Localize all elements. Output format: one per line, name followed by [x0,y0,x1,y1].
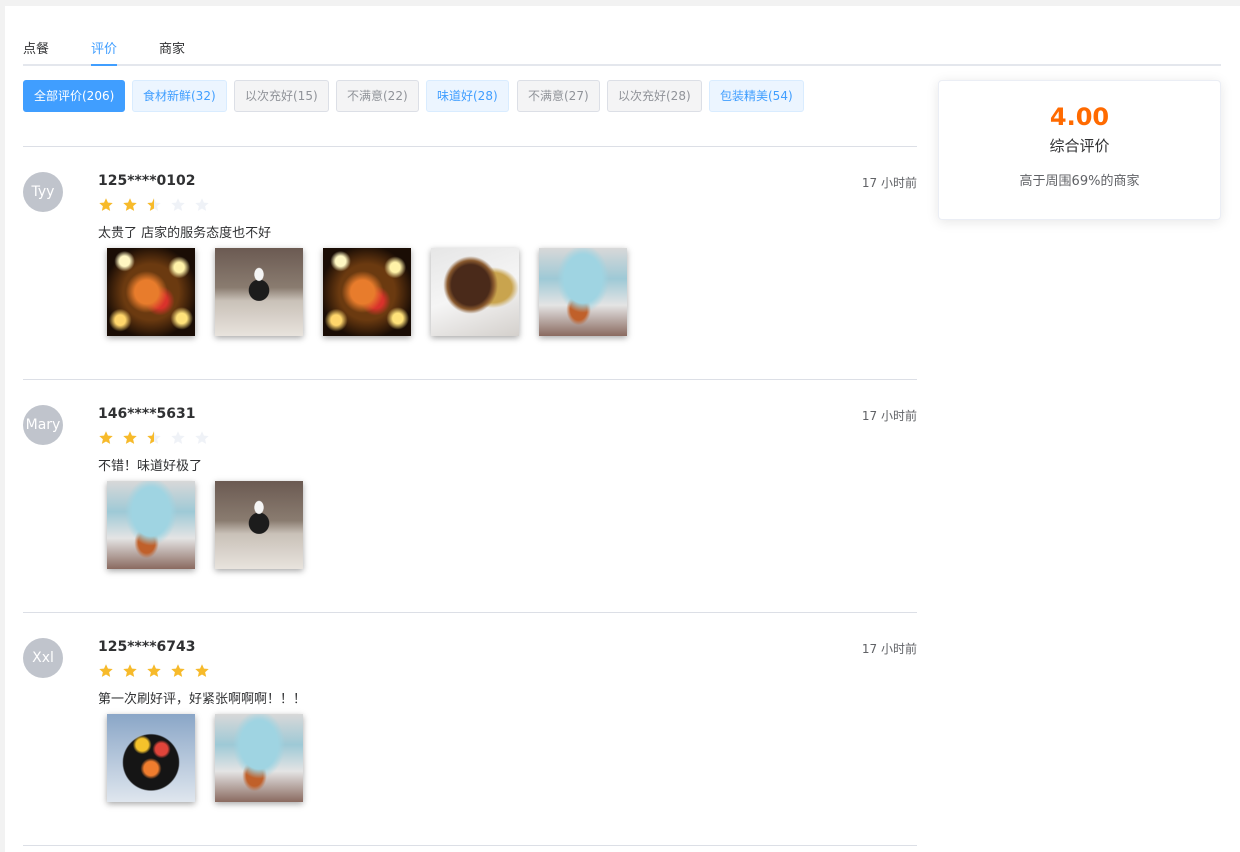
overall-score-label: 综合评价 [1049,137,1110,155]
tab-order[interactable]: 点餐 [23,38,49,66]
star-filled-icon [99,198,113,211]
star-filled-icon [123,664,137,677]
filter-chip[interactable]: 以次充好(15) [234,80,329,112]
review-time: 17 小时前 [861,176,917,190]
review-photo-cake-blue[interactable] [539,248,627,336]
review-text: 不错！味道好极了 [98,459,203,474]
star-filled-icon [99,431,113,444]
filter-chip[interactable]: 不满意(27) [517,80,600,112]
review-text: 太贵了 店家的服务态度也不好 [98,226,272,241]
avatar: Tyy [23,172,63,212]
review-photo-cake-blue[interactable] [215,714,303,802]
star-filled-icon [123,198,137,211]
star-filled-icon [147,198,161,211]
star-empty-icon [195,198,209,211]
star-empty-icon [171,431,185,444]
filter-chip[interactable]: 食材新鲜(32) [132,80,227,112]
tab-reviews[interactable]: 评价 [91,38,118,66]
review-time: 17 小时前 [861,642,917,656]
review-item: Tyy 125****0102 17 小时前 太贵了 店家的服务态度也不好 [23,172,917,372]
star-filled-icon [195,664,209,677]
star-empty-icon [171,198,185,211]
tab-merchant[interactable]: 商家 [159,38,185,66]
star-filled-icon [99,664,113,677]
star-empty-icon [195,431,209,444]
avatar: Mary [23,405,63,445]
page: 点餐 评价 商家 全部评价(206) 食材新鲜(32) 以次充好(15) 不满意… [5,6,1240,852]
review-photo-cake-glow[interactable] [107,248,195,336]
reviewer-name: 125****6743 [98,639,196,655]
divider [23,379,917,380]
review-photo-pancake[interactable] [431,248,519,336]
rating-summary-card: 4.00 综合评价 高于周围69%的商家 [938,80,1221,220]
reviewer-name: 146****5631 [98,406,196,422]
review-item: Xxl 125****6743 17 小时前 第一次刷好评，好紧张啊啊啊！！！ [23,638,917,838]
star-filled-icon [171,664,185,677]
review-filter-bar: 全部评价(206) 食材新鲜(32) 以次充好(15) 不满意(22) 味道好(… [23,80,923,112]
filter-chip-all[interactable]: 全部评价(206) [23,80,126,112]
review-text: 第一次刷好评，好紧张啊啊啊！！！ [98,692,307,707]
score-rank-text: 高于周围69%的商家 [1019,174,1140,189]
divider [23,146,917,147]
filter-chip[interactable]: 味道好(28) [426,80,509,112]
review-photo-fruit-bowl[interactable] [107,714,195,802]
tab-bar: 点餐 评价 商家 [23,30,1221,66]
review-photo-cake-blue[interactable] [107,481,195,569]
star-filled-icon [147,664,161,677]
review-photo-chef[interactable] [215,481,303,569]
divider [23,612,917,613]
filter-chip[interactable]: 包装精美(54) [709,80,804,112]
review-time: 17 小时前 [861,409,917,423]
star-filled-icon [123,431,137,444]
review-photo-chef[interactable] [215,248,303,336]
filter-chip[interactable]: 以次充好(28) [607,80,702,112]
overall-score: 4.00 [1049,103,1110,131]
review-item: Mary 146****5631 17 小时前 不错！味道好极了 [23,405,917,605]
avatar: Xxl [23,638,63,678]
reviewer-name: 125****0102 [98,173,196,189]
star-filled-icon [147,431,161,444]
divider [23,845,917,846]
review-photo-cake-glow[interactable] [323,248,411,336]
filter-chip[interactable]: 不满意(22) [336,80,419,112]
